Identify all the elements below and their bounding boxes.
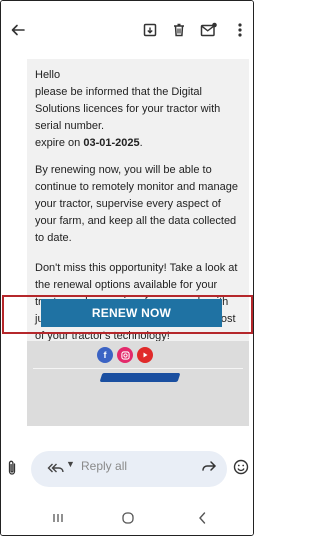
brand-logo [99, 373, 181, 382]
top-app-bar [1, 1, 253, 59]
reply-bar: ▼ [1, 439, 253, 499]
arrow-left-icon[interactable] [7, 19, 29, 41]
facebook-icon[interactable]: f [97, 347, 113, 363]
renew-benefits-paragraph: By renewing now, you will be able to con… [35, 164, 239, 244]
social-links: f [97, 347, 153, 363]
chevron-down-icon[interactable]: ▼ [66, 459, 75, 469]
reply-input[interactable] [81, 459, 181, 473]
greeting: Hello [35, 69, 61, 81]
licence-notice: please be informed that the Digital Solu… [35, 86, 221, 132]
expire-date: 03-01-2025 [83, 137, 140, 149]
trash-icon[interactable] [168, 19, 190, 41]
archive-icon[interactable] [139, 19, 161, 41]
reply-all-icon[interactable] [47, 461, 65, 479]
mail-unread-icon[interactable] [198, 19, 220, 41]
footer-divider [33, 368, 243, 369]
nav-back-icon[interactable] [193, 509, 211, 527]
phone-screen: Hello please be informed that the Digita… [0, 0, 254, 536]
youtube-icon[interactable] [137, 347, 153, 363]
forward-icon[interactable] [201, 459, 217, 478]
emoji-icon[interactable] [233, 459, 249, 480]
home-icon[interactable] [119, 509, 137, 527]
recent-apps-icon[interactable] [49, 509, 67, 527]
more-vertical-icon[interactable] [229, 19, 251, 41]
expire-prefix: expire on [35, 137, 81, 149]
instagram-icon[interactable] [117, 347, 133, 363]
system-navigation-bar [1, 499, 253, 535]
paperclip-icon[interactable] [6, 459, 18, 482]
renew-now-button[interactable]: RENEW NOW [41, 299, 222, 327]
